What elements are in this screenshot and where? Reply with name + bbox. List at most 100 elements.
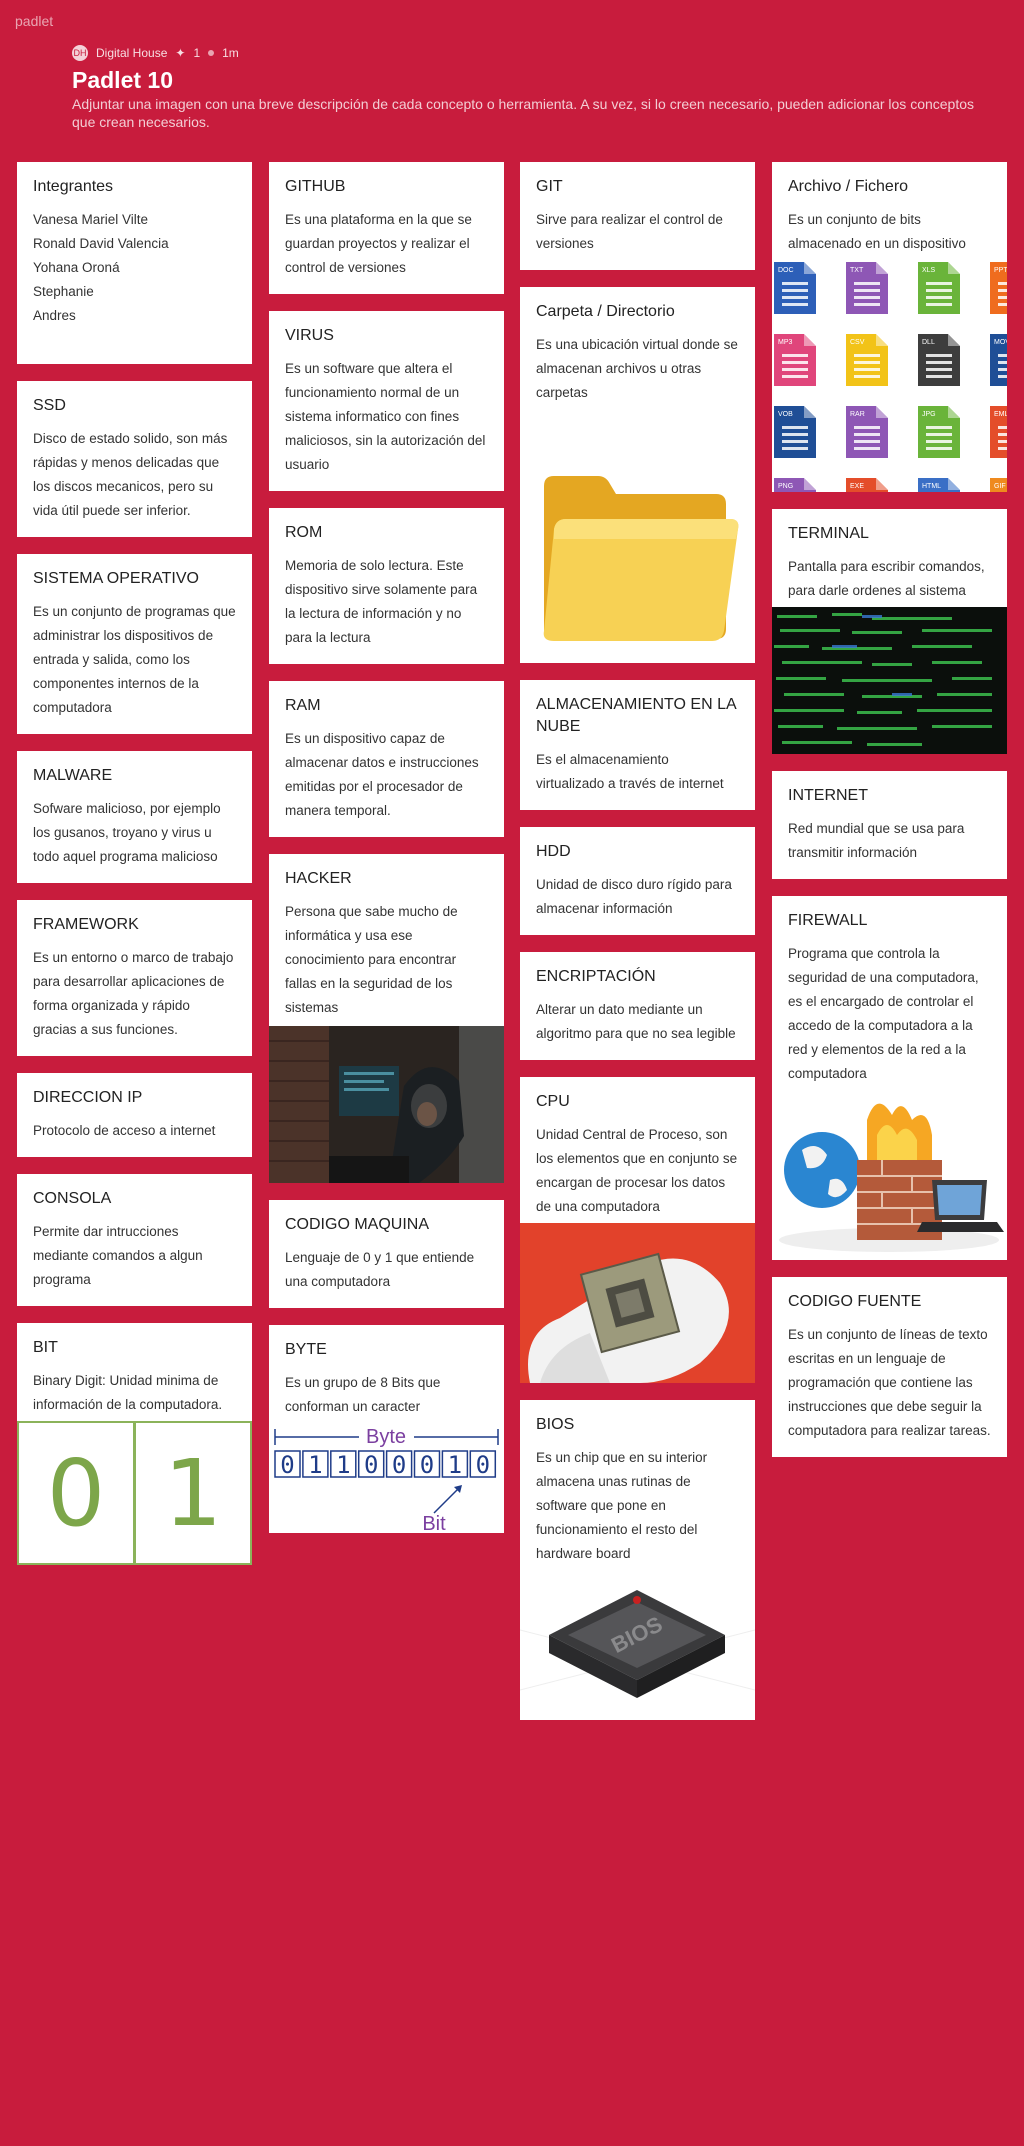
post-card-internet[interactable]: INTERNET Red mundial que se usa para tra… <box>772 771 1007 879</box>
bit-digit-zero: 0 <box>19 1423 136 1563</box>
file-type-icon: MP3 <box>774 334 816 386</box>
post-body: Es una ubicación virtual donde se almace… <box>536 337 738 400</box>
file-type-icon: RAR <box>846 406 888 458</box>
post-title: SSD <box>33 397 66 414</box>
post-card-direccion-ip[interactable]: DIRECCION IP Protocolo de acceso a inter… <box>17 1073 252 1157</box>
padlet-logo[interactable]: padlet <box>15 13 53 29</box>
post-body: Sofware malicioso, por ejemplo los gusan… <box>33 801 221 864</box>
post-title: GIT <box>536 178 563 195</box>
member-name: Yohana Oroná <box>33 260 120 275</box>
column-4: Archivo / Fichero Es un conjunto de bits… <box>772 162 1007 1474</box>
post-title: RAM <box>285 697 321 714</box>
post-card-ssd[interactable]: SSD Disco de estado solido, son más rápi… <box>17 381 252 537</box>
post-card-carpeta[interactable]: Carpeta / Directorio Es una ubicación vi… <box>520 287 755 663</box>
post-card-bios[interactable]: BIOS Es un chip que en su interior almac… <box>520 1400 755 1720</box>
post-title: CODIGO MAQUINA <box>285 1216 430 1233</box>
board-meta: DH Digital House ✦ 1 1m <box>72 44 982 62</box>
author-avatar-icon[interactable]: DH <box>72 45 88 61</box>
post-card-github[interactable]: GITHUB Es una plataforma en la que se gu… <box>269 162 504 294</box>
post-body: Unidad de disco duro rígido para almacen… <box>536 877 732 916</box>
post-body: Es un grupo de 8 Bits que conforman un c… <box>285 1375 441 1414</box>
post-card-terminal[interactable]: TERMINAL Pantalla para escribir comandos… <box>772 509 1007 754</box>
post-title: ROM <box>285 524 323 541</box>
hacker-image[interactable] <box>269 1026 504 1183</box>
post-card-hacker[interactable]: HACKER Persona que sabe mucho de informá… <box>269 854 504 1183</box>
post-body: Es un conjunto de líneas de texto escrit… <box>788 1327 991 1438</box>
post-title: BYTE <box>285 1341 327 1358</box>
byte-diagram[interactable]: Byte 01100010 Bit <box>269 1425 504 1533</box>
post-card-firewall[interactable]: FIREWALL Programa que controla la seguri… <box>772 896 1007 1260</box>
bit-value: 0 <box>392 1451 406 1479</box>
post-card-virus[interactable]: VIRUS Es un software que altera el funci… <box>269 311 504 491</box>
post-title: BIOS <box>536 1416 575 1433</box>
bit-cell: 0 <box>385 1450 413 1479</box>
post-card-sistema-operativo[interactable]: SISTEMA OPERATIVO Es un conjunto de prog… <box>17 554 252 734</box>
likes-count: 1 <box>193 46 201 60</box>
file-type-icon: PNG <box>774 478 816 492</box>
post-body: Es un dispositivo capaz de almacenar dat… <box>285 731 479 818</box>
likes-icon: ✦ <box>175 46 186 60</box>
post-card-framework[interactable]: FRAMEWORK Es un entorno o marco de traba… <box>17 900 252 1056</box>
post-title: ENCRIPTACIÓN <box>536 968 656 985</box>
file-type-label: MP3 <box>778 339 793 346</box>
post-card-cpu[interactable]: CPU Unidad Central de Proceso, son los e… <box>520 1077 755 1383</box>
folder-icon[interactable] <box>520 409 755 663</box>
bit-value: 1 <box>336 1451 350 1479</box>
file-type-icon: EML <box>990 406 1007 458</box>
column-3: GIT Sirve para realizar el control de ve… <box>520 162 755 1737</box>
cpu-image[interactable] <box>520 1223 755 1383</box>
post-body: Persona que sabe mucho de informática y … <box>285 904 458 1015</box>
post-card-rom[interactable]: ROM Memoria de solo lectura. Este dispos… <box>269 508 504 664</box>
post-time: 1m <box>222 46 239 60</box>
byte-label: Byte <box>366 1426 406 1448</box>
file-type-label: CSV <box>850 339 865 346</box>
bit-image[interactable]: 0 1 <box>17 1421 252 1565</box>
file-type-label: EML <box>994 411 1007 418</box>
file-type-label: PPT <box>994 267 1007 274</box>
file-type-icon: EXE <box>846 478 888 492</box>
post-title: BIT <box>33 1339 58 1356</box>
file-type-icon: DLL <box>918 334 960 386</box>
post-body: Protocolo de acceso a internet <box>33 1123 216 1138</box>
post-body: Pantalla para escribir comandos, para da… <box>788 559 985 598</box>
bit-label: Bit <box>422 1513 446 1533</box>
file-type-label: DLL <box>922 339 935 346</box>
post-card-byte[interactable]: BYTE Es un grupo de 8 Bits que conforman… <box>269 1325 504 1533</box>
post-card-malware[interactable]: MALWARE Sofware malicioso, por ejemplo l… <box>17 751 252 883</box>
bios-chip-image[interactable]: BIOS <box>520 1570 755 1720</box>
post-card-almacenamiento-nube[interactable]: ALMACENAMIENTO EN LA NUBE Es el almacena… <box>520 680 755 810</box>
file-types-image[interactable]: DOC TXT XLS PPT MP3 CSV DLL MOV VOB RAR JPG EML PNG E… <box>772 260 1007 492</box>
bit-value: 1 <box>448 1451 462 1479</box>
post-body: Lenguaje de 0 y 1 que entiende una compu… <box>285 1250 475 1289</box>
firewall-image[interactable] <box>772 1090 1007 1260</box>
post-card-codigo-maquina[interactable]: CODIGO MAQUINA Lenguaje de 0 y 1 que ent… <box>269 1200 504 1308</box>
post-title: VIRUS <box>285 327 334 344</box>
post-card-git[interactable]: GIT Sirve para realizar el control de ve… <box>520 162 755 270</box>
post-card-bit[interactable]: BIT Binary Digit: Unidad minima de infor… <box>17 1323 252 1565</box>
file-type-label: DOC <box>778 267 794 274</box>
post-card-archivo[interactable]: Archivo / Fichero Es un conjunto de bits… <box>772 162 1007 492</box>
post-title: SISTEMA OPERATIVO <box>33 570 199 587</box>
page-title: Padlet 10 <box>72 67 173 93</box>
post-card-ram[interactable]: RAM Es un dispositivo capaz de almacenar… <box>269 681 504 837</box>
file-type-label: RAR <box>850 411 865 418</box>
post-card-hdd[interactable]: HDD Unidad de disco duro rígido para alm… <box>520 827 755 935</box>
file-type-label: MOV <box>994 339 1007 346</box>
post-card-integrantes[interactable]: Integrantes Vanesa Mariel Vilte Ronald D… <box>17 162 252 364</box>
post-body: Es un chip que en su interior almacena u… <box>536 1450 708 1561</box>
post-card-consola[interactable]: CONSOLA Permite dar intrucciones mediant… <box>17 1174 252 1306</box>
post-title: CONSOLA <box>33 1190 112 1207</box>
post-title: DIRECCION IP <box>33 1089 143 1106</box>
post-body: Binary Digit: Unidad minima de informaci… <box>33 1373 223 1412</box>
author-name[interactable]: Digital House <box>96 46 167 60</box>
post-card-codigo-fuente[interactable]: CODIGO FUENTE Es un conjunto de líneas d… <box>772 1277 1007 1457</box>
file-type-icon: XLS <box>918 262 960 314</box>
post-card-encriptacion[interactable]: ENCRIPTACIÓN Alterar un dato mediante un… <box>520 952 755 1060</box>
file-type-icon: MOV <box>990 334 1007 386</box>
separator-dot <box>208 50 215 56</box>
member-name: Ronald David Valencia <box>33 236 169 251</box>
post-title: TERMINAL <box>788 525 869 542</box>
terminal-image[interactable] <box>772 607 1007 754</box>
post-body: Es el almacenamiento virtualizado a trav… <box>536 752 724 791</box>
post-body: Disco de estado solido, son más rápidas … <box>33 431 228 518</box>
